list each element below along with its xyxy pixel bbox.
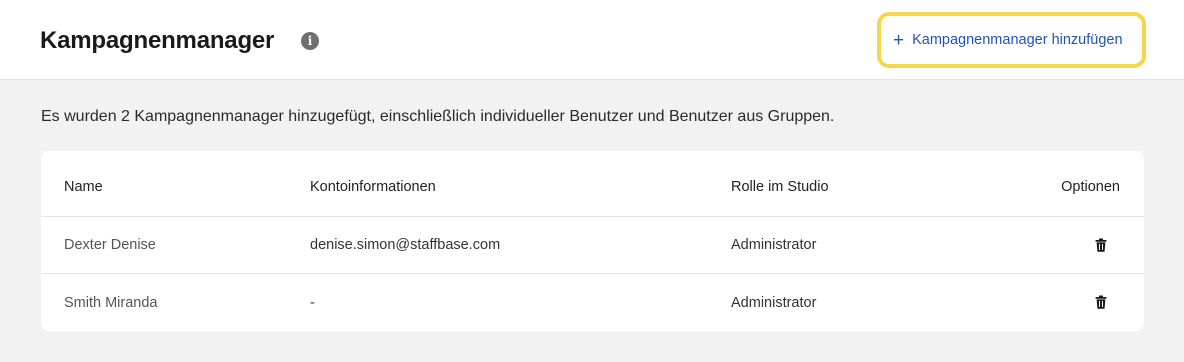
row-name: Smith Miranda — [64, 294, 158, 311]
column-header-options: Optionen — [1061, 178, 1120, 195]
column-header-name: Name — [64, 178, 103, 195]
column-header-account: Kontoinformationen — [310, 178, 436, 195]
row-account: - — [310, 294, 315, 311]
campaign-managers-table: Name Kontoinformationen Rolle im Studio … — [41, 151, 1144, 331]
row-account: denise.simon@staffbase.com — [310, 237, 501, 253]
table-row: Dexter Denise denise.simon@staffbase.com… — [41, 217, 1144, 274]
table-row: Smith Miranda - Administrator — [41, 274, 1144, 331]
summary-text: Es wurden 2 Kampagnenmanager hinzugefügt… — [41, 108, 835, 125]
row-role: Administrator — [731, 237, 817, 253]
trash-icon[interactable] — [1094, 238, 1108, 252]
info-icon[interactable]: i — [301, 32, 319, 50]
row-name: Dexter Denise — [64, 237, 156, 253]
page-header: Kampagnenmanager i + Kampagnenmanager hi… — [0, 0, 1184, 80]
page-title: Kampagnenmanager — [40, 27, 275, 54]
column-header-role: Rolle im Studio — [731, 178, 829, 195]
add-campaign-manager-button[interactable]: + Kampagnenmanager hinzufügen — [881, 16, 1142, 64]
table-header-row: Name Kontoinformationen Rolle im Studio … — [41, 157, 1144, 217]
plus-icon: + — [893, 29, 905, 51]
row-role: Administrator — [731, 294, 817, 311]
trash-icon[interactable] — [1094, 295, 1108, 309]
add-campaign-manager-label: Kampagnenmanager hinzufügen — [912, 32, 1123, 48]
